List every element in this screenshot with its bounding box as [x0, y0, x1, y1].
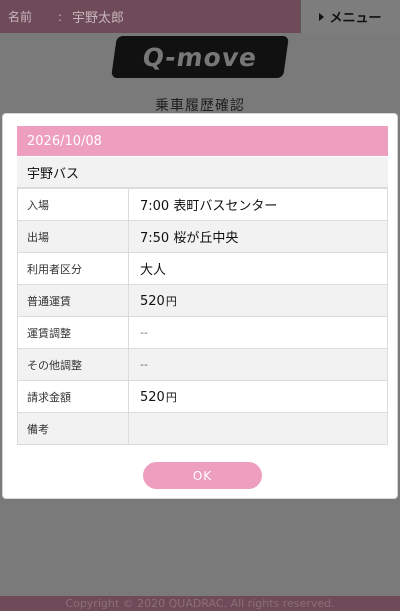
detail-value-text: 大人	[140, 263, 167, 278]
detail-unit: 円	[165, 390, 177, 404]
logo-area: Q-move	[0, 36, 400, 82]
detail-value-text: 7:00 表町バスセンター	[140, 199, 278, 214]
detail-label: 利用者区分	[17, 252, 129, 285]
detail-value: --	[128, 316, 388, 349]
user-name-area: 名前 : 宇野太郎	[0, 0, 300, 33]
detail-row: 普通運賃 520円	[17, 284, 388, 317]
detail-value-text: --	[140, 326, 148, 339]
detail-row: その他調整 --	[17, 348, 388, 381]
detail-row: 運賃調整 --	[17, 316, 388, 349]
menu-label: メニュー	[329, 11, 382, 26]
top-bar: 名前 : 宇野太郎 メニュー	[0, 0, 400, 33]
operator-name: 宇野バス	[17, 157, 388, 188]
detail-row: 請求金額 520円	[17, 380, 388, 413]
detail-value: 大人	[128, 252, 388, 285]
detail-label: 運賃調整	[17, 316, 129, 349]
detail-value: 520円	[128, 284, 388, 317]
detail-value: 520円	[128, 380, 388, 413]
detail-label: 出場	[17, 220, 129, 253]
menu-arrow-icon	[319, 12, 325, 21]
detail-label: 普通運賃	[17, 284, 129, 317]
detail-value: --	[128, 348, 388, 381]
ride-date: 2026/10/08	[17, 126, 388, 156]
q-move-logo: Q-move	[111, 36, 289, 78]
detail-value-text: 520	[140, 293, 165, 309]
detail-row: 出場 7:50 桜が丘中央	[17, 220, 388, 253]
detail-value-text: 7:50 桜が丘中央	[140, 231, 239, 246]
detail-value	[128, 412, 388, 445]
ride-detail-table: 入場 7:00 表町バスセンター 出場 7:50 桜が丘中央 利用者区分 大人 普通運賃 52…	[17, 188, 388, 445]
detail-value: 7:50 桜が丘中央	[128, 220, 388, 253]
detail-label: 入場	[17, 188, 129, 221]
menu-button[interactable]: メニュー	[300, 0, 400, 33]
detail-value-text: 520	[140, 389, 165, 405]
detail-row: 備考	[17, 412, 388, 445]
detail-label: その他調整	[17, 348, 129, 381]
detail-value: 7:00 表町バスセンター	[128, 188, 388, 221]
user-name: 宇野太郎	[72, 11, 125, 26]
name-label: 名前	[8, 10, 33, 24]
page-title: 乗車履歴確認	[155, 98, 245, 114]
name-separator: :	[57, 9, 63, 24]
ok-button[interactable]: OK	[143, 462, 262, 489]
detail-row: 入場 7:00 表町バスセンター	[17, 188, 388, 221]
detail-unit: 円	[165, 294, 177, 308]
ride-history-modal: 2026/10/08 宇野バス 入場 7:00 表町バスセンター 出場 7:50 桜が…	[2, 113, 398, 499]
detail-row: 利用者区分 大人	[17, 252, 388, 285]
detail-label: 請求金額	[17, 380, 129, 413]
detail-value-text: --	[140, 358, 148, 371]
detail-label: 備考	[17, 412, 129, 445]
copyright-footer: Copyright © 2020 QUADRAC. All rights res…	[0, 596, 400, 611]
